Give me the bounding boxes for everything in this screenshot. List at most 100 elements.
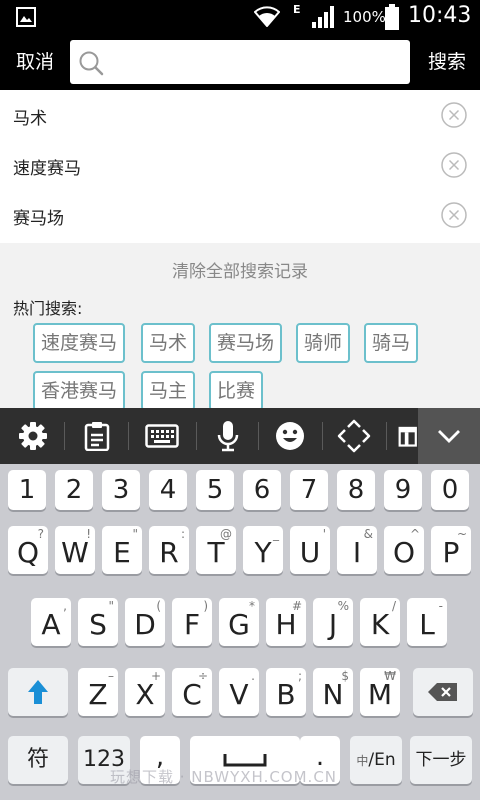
search-input[interactable]	[110, 46, 400, 78]
hot-tag[interactable]: 马术	[141, 323, 196, 363]
key-char: A	[41, 608, 61, 641]
key-r[interactable]: :R	[149, 526, 189, 574]
key-secondary-char: _	[273, 527, 279, 541]
key-secondary-char: ₩	[384, 669, 396, 683]
key-6[interactable]: 6	[243, 470, 281, 510]
key-q[interactable]: ? Q	[8, 526, 48, 574]
key-secondary-char: @	[220, 527, 232, 541]
key-d[interactable]: (D	[125, 598, 165, 646]
hot-tag[interactable]: 香港赛马	[33, 371, 126, 411]
key-char: J	[328, 608, 338, 641]
key-m[interactable]: ₩ M	[360, 668, 400, 716]
key-char: L	[419, 608, 435, 641]
key-0[interactable]: 0	[431, 470, 469, 510]
toolbar-divider	[322, 422, 323, 450]
remove-circle-icon[interactable]	[441, 202, 467, 228]
key-p[interactable]: ~ P	[431, 526, 471, 574]
lang-en-label: /En	[368, 750, 396, 770]
hot-tag[interactable]: 骑师	[296, 323, 351, 363]
key-char: E	[113, 536, 131, 569]
cancel-button[interactable]: 取消	[0, 34, 70, 90]
toolbar-divider	[258, 422, 259, 450]
toolbar-divider	[386, 422, 387, 450]
hot-tag[interactable]: 赛马场	[209, 323, 283, 363]
key-b[interactable]: ; B	[266, 668, 306, 716]
watermark: 玩想下载 · NBWYXH.COM.CN	[110, 768, 338, 786]
key-secondary-char: &	[363, 527, 373, 541]
history-item[interactable]: 赛马场	[0, 190, 480, 240]
search-button[interactable]: 搜索	[414, 34, 480, 90]
hot-tag[interactable]: 比赛	[209, 371, 264, 411]
symbols-key[interactable]: 符	[8, 736, 68, 784]
key-g[interactable]: * G	[219, 598, 259, 646]
key-secondary-char: (	[156, 599, 161, 613]
key-secondary-char: )	[203, 599, 208, 613]
key-char: B	[276, 678, 296, 711]
clock: 10:43	[408, 3, 472, 28]
key-secondary-char: ~	[456, 527, 467, 541]
hot-tag[interactable]: 马主	[141, 371, 196, 411]
remove-circle-icon[interactable]	[441, 152, 467, 178]
text-edit-button[interactable]	[396, 408, 418, 464]
hot-tag[interactable]: 速度赛马	[33, 323, 126, 363]
key-y[interactable]: _ Y	[243, 526, 283, 574]
hot-tag[interactable]: 骑马	[364, 323, 419, 363]
key-char: R	[159, 536, 179, 569]
key-s[interactable]: " S	[78, 598, 118, 646]
key-char: Q	[16, 536, 40, 569]
key-h[interactable]: # H	[266, 598, 306, 646]
search-box[interactable]	[70, 40, 410, 84]
clipboard-button[interactable]	[70, 408, 124, 464]
search-icon	[79, 51, 104, 76]
key-k[interactable]: / K	[360, 598, 400, 646]
clear-history-button[interactable]: 清除全部搜索记录	[0, 257, 480, 282]
key-o[interactable]: ^ O	[384, 526, 424, 574]
key-7[interactable]: 7	[290, 470, 328, 510]
keyboard-switch-button[interactable]	[134, 408, 190, 464]
language-switch-key[interactable]: 中/En	[350, 736, 402, 784]
key-secondary-char: ^	[409, 527, 420, 541]
key-2[interactable]: 2	[55, 470, 93, 510]
key-secondary-char: '	[322, 527, 326, 541]
emoji-button[interactable]	[262, 408, 318, 464]
next-key[interactable]: 下一步	[410, 736, 472, 784]
key-8[interactable]: 8	[337, 470, 375, 510]
key-9[interactable]: 9	[384, 470, 422, 510]
battery-icon	[385, 4, 399, 30]
cursor-control-button[interactable]	[326, 408, 382, 464]
collapse-keyboard-button[interactable]	[418, 408, 480, 464]
key-z[interactable]: – Z	[78, 668, 118, 716]
key-x[interactable]: + X	[125, 668, 165, 716]
search-screen: E 100% 10:43 取消 搜索 马术 速度赛马 赛马场 清除全部搜索记录 …	[0, 0, 480, 800]
history-item[interactable]: 速度赛马	[0, 140, 480, 190]
key-a[interactable]: ,A	[31, 598, 71, 646]
key-secondary-char: ?	[37, 527, 44, 541]
key-j[interactable]: % J	[313, 598, 353, 646]
key-v[interactable]: .V	[219, 668, 259, 716]
key-3[interactable]: 3	[102, 470, 140, 510]
key-5[interactable]: 5	[196, 470, 234, 510]
backspace-key[interactable]	[413, 668, 473, 716]
keyboard-icon	[145, 424, 179, 448]
shift-key[interactable]	[8, 668, 68, 716]
emoji-icon	[276, 422, 304, 450]
key-f[interactable]: ) F	[172, 598, 212, 646]
key-4[interactable]: 4	[149, 470, 187, 510]
history-item[interactable]: 马术	[0, 90, 480, 140]
remove-circle-icon[interactable]	[441, 102, 467, 128]
key-i[interactable]: & I	[337, 526, 377, 574]
network-type: E	[293, 3, 301, 16]
key-1[interactable]: 1	[8, 470, 46, 510]
key-char: V	[229, 678, 249, 711]
toolbar-divider	[128, 422, 129, 450]
voice-input-button[interactable]	[202, 408, 254, 464]
key-e[interactable]: " E	[102, 526, 142, 574]
key-u[interactable]: ' U	[290, 526, 330, 574]
key-w[interactable]: ! W	[55, 526, 95, 574]
key-n[interactable]: $ N	[313, 668, 353, 716]
keyboard-settings-button[interactable]	[8, 408, 58, 464]
key-l[interactable]: -L	[407, 598, 447, 646]
key-t[interactable]: @ T	[196, 526, 236, 574]
key-c[interactable]: ÷ C	[172, 668, 212, 716]
history-item-label: 速度赛马	[13, 159, 81, 179]
